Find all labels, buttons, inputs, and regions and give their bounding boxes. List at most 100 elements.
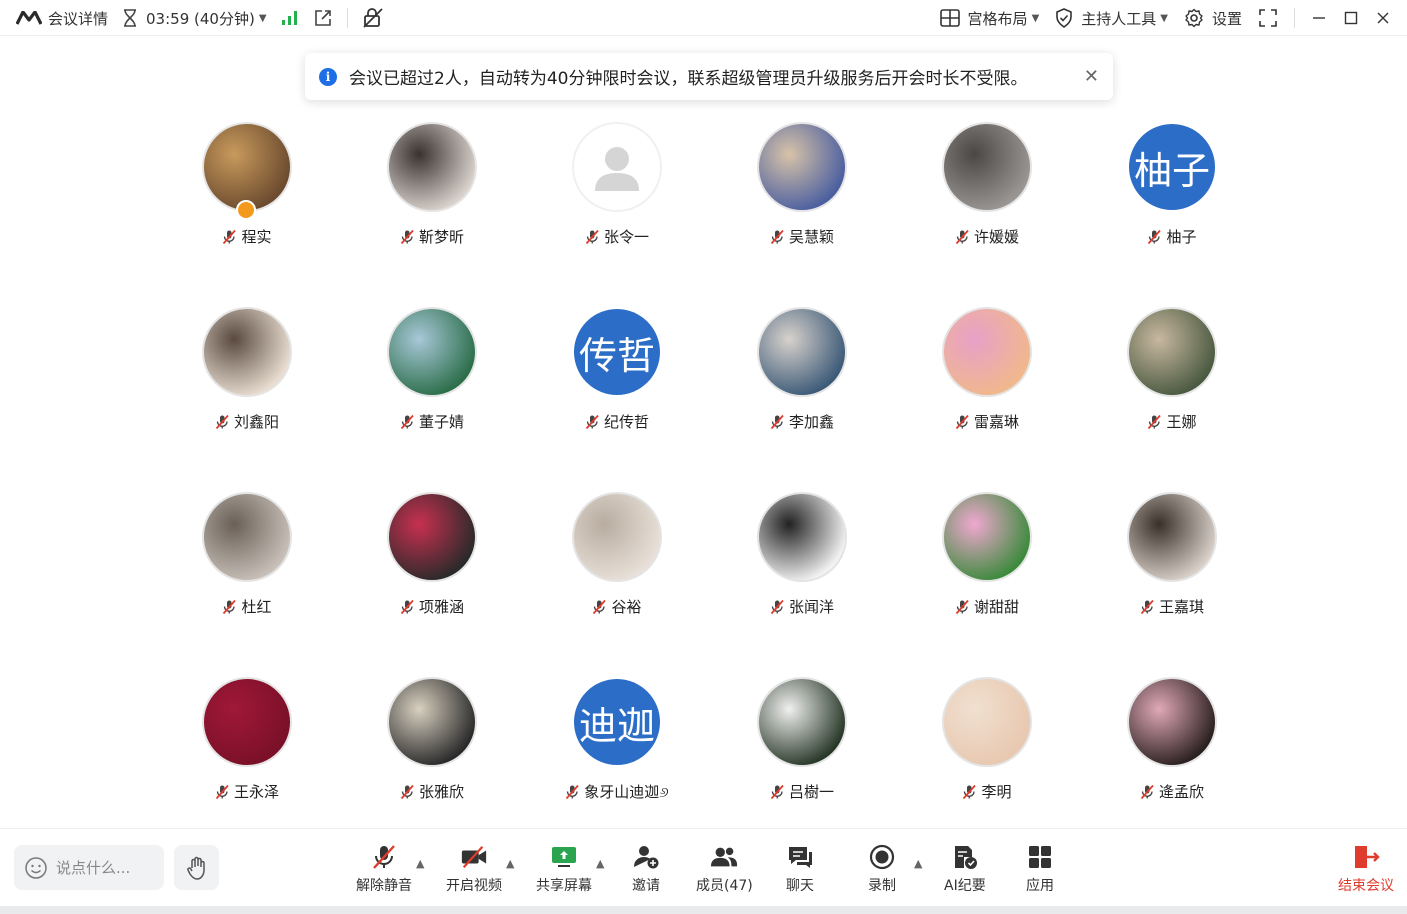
layout-button[interactable]: 宫格布局 ▼ — [939, 8, 1040, 29]
participant-name: 王娜 — [1166, 413, 1197, 431]
meeting-timer[interactable]: 03:59 (40分钟) ▼ — [122, 8, 267, 29]
participant-tile[interactable]: 吴慧颖 — [709, 122, 894, 282]
participant-tile[interactable]: 王永泽 — [154, 677, 339, 837]
participant-tile[interactable]: 张令一 — [524, 122, 709, 282]
external-link-icon — [313, 8, 333, 28]
quick-chat-input[interactable]: 说点什么... — [14, 845, 164, 890]
record-button[interactable]: 录制 — [868, 843, 896, 895]
end-meeting-button[interactable]: 结束会议 — [1338, 843, 1394, 895]
apps-button[interactable]: 应用 — [1026, 843, 1054, 895]
participant-name-row: 靳梦昕 — [339, 226, 524, 247]
apps-label: 应用 — [1026, 878, 1054, 894]
secure-meeting-button[interactable] — [362, 7, 384, 29]
mic-muted-icon — [591, 599, 607, 615]
share-screen-button[interactable]: 共享屏幕 — [536, 843, 592, 895]
participant-name-row: 象牙山迪迦୬ — [524, 781, 709, 802]
avatar — [942, 307, 1032, 397]
participant-tile[interactable]: 许媛媛 — [894, 122, 1079, 282]
settings-label: 设置 — [1211, 9, 1242, 28]
record-options-caret[interactable]: ▲ — [914, 857, 922, 870]
participant-tile[interactable]: 程实 — [154, 122, 339, 282]
participant-tile[interactable]: 柚子 柚子 — [1079, 122, 1264, 282]
settings-button[interactable]: 设置 — [1184, 8, 1242, 29]
participant-tile[interactable]: 张闻洋 — [709, 492, 894, 652]
participant-tile[interactable]: 传哲 纪传哲 — [524, 307, 709, 467]
avatar — [942, 677, 1032, 767]
chevron-down-icon: ▼ — [1031, 12, 1040, 24]
participant-name: 项雅涵 — [418, 598, 464, 616]
share-screen-label: 共享屏幕 — [536, 878, 592, 894]
participant-tile[interactable]: 王娜 — [1079, 307, 1264, 467]
participant-tile[interactable]: 张雅欣 — [339, 677, 524, 837]
participant-tile[interactable]: 项雅涵 — [339, 492, 524, 652]
participant-tile[interactable]: 李明 — [894, 677, 1079, 837]
participant-tile[interactable]: 迪迦象牙山迪迦୬ — [524, 677, 709, 837]
participant-tile[interactable]: 逄孟欣 — [1079, 677, 1264, 837]
info-icon: i — [319, 67, 337, 86]
participant-tile[interactable]: 谢甜甜 — [894, 492, 1079, 652]
participant-name: 李明 — [981, 783, 1012, 801]
host-tools-button[interactable]: 主持人工具 ▼ — [1055, 8, 1168, 29]
participant-name: 程实 — [241, 228, 272, 246]
participant-name: 吴慧颖 — [788, 228, 834, 246]
participant-name: 象牙山迪迦୬ — [584, 783, 669, 801]
ai-minutes-label: AI纪要 — [944, 878, 986, 894]
grid-layout-icon — [939, 9, 960, 27]
participant-name: 李加鑫 — [788, 413, 834, 431]
mic-muted-icon — [399, 414, 415, 430]
participant-name-row: 张令一 — [524, 226, 709, 247]
participant-tile[interactable]: 刘鑫阳 — [154, 307, 339, 467]
avatar-initials: 迪迦 — [572, 677, 662, 767]
close-notice-button[interactable]: ✕ — [1084, 66, 1099, 87]
ai-minutes-button[interactable]: AI纪要 — [944, 843, 986, 895]
participant-name: 杜红 — [241, 598, 272, 616]
participant-name: 雷嘉琳 — [973, 413, 1019, 431]
end-meeting-label: 结束会议 — [1338, 878, 1394, 894]
unmute-label: 解除静音 — [356, 878, 412, 894]
chevron-down-icon: ▼ — [1160, 12, 1168, 24]
participant-name-row: 项雅涵 — [339, 596, 524, 617]
network-signal-button[interactable] — [281, 10, 299, 26]
close-window-button[interactable] — [1375, 10, 1391, 26]
video-options-caret[interactable]: ▲ — [506, 857, 514, 870]
avatar — [757, 492, 847, 582]
invite-button[interactable]: 邀请 — [632, 843, 660, 895]
participant-tile[interactable]: 李加鑫 — [709, 307, 894, 467]
participant-tile[interactable]: 靳梦昕 — [339, 122, 524, 282]
mic-muted-icon — [1139, 784, 1155, 800]
participant-tile[interactable]: 杜红 — [154, 492, 339, 652]
timer-text: 03:59 (40分钟) — [146, 9, 255, 28]
pop-out-button[interactable] — [313, 8, 333, 28]
unmute-button[interactable]: 解除静音 — [356, 843, 412, 895]
share-options-caret[interactable]: ▲ — [596, 857, 604, 870]
participant-name: 王嘉琪 — [1158, 598, 1204, 616]
add-user-icon — [632, 843, 660, 871]
participant-name-row: 董子婧 — [339, 411, 524, 432]
chat-button[interactable]: 聊天 — [786, 843, 814, 895]
participant-name: 纪传哲 — [603, 413, 649, 431]
participant-tile[interactable]: 董子婧 — [339, 307, 524, 467]
avatar — [1127, 677, 1217, 767]
members-button[interactable]: 成员(47) — [696, 843, 753, 895]
mic-muted-icon — [584, 414, 600, 430]
raise-hand-button[interactable] — [174, 845, 219, 890]
mic-muted-icon — [769, 784, 785, 800]
avatar — [387, 677, 477, 767]
participant-tile[interactable]: 王嘉琪 — [1079, 492, 1264, 652]
ai-notes-icon — [951, 843, 979, 871]
fullscreen-button[interactable] — [1258, 8, 1278, 28]
chat-label: 聊天 — [786, 878, 814, 894]
participant-name: 董子婧 — [418, 413, 464, 431]
audio-options-caret[interactable]: ▲ — [416, 857, 424, 870]
default-avatar-icon — [572, 122, 662, 212]
participant-tile[interactable]: 雷嘉琳 — [894, 307, 1079, 467]
meeting-details-button[interactable]: 会议详情 — [16, 8, 108, 29]
maximize-button[interactable] — [1343, 10, 1359, 26]
avatar — [202, 307, 292, 397]
members-label: 成员(47) — [696, 878, 753, 894]
minimize-button[interactable] — [1311, 10, 1327, 26]
mic-muted-icon — [214, 414, 230, 430]
participant-tile[interactable]: 谷裕 — [524, 492, 709, 652]
participant-tile[interactable]: 吕樹一 — [709, 677, 894, 837]
start-video-button[interactable]: 开启视频 — [446, 843, 502, 895]
